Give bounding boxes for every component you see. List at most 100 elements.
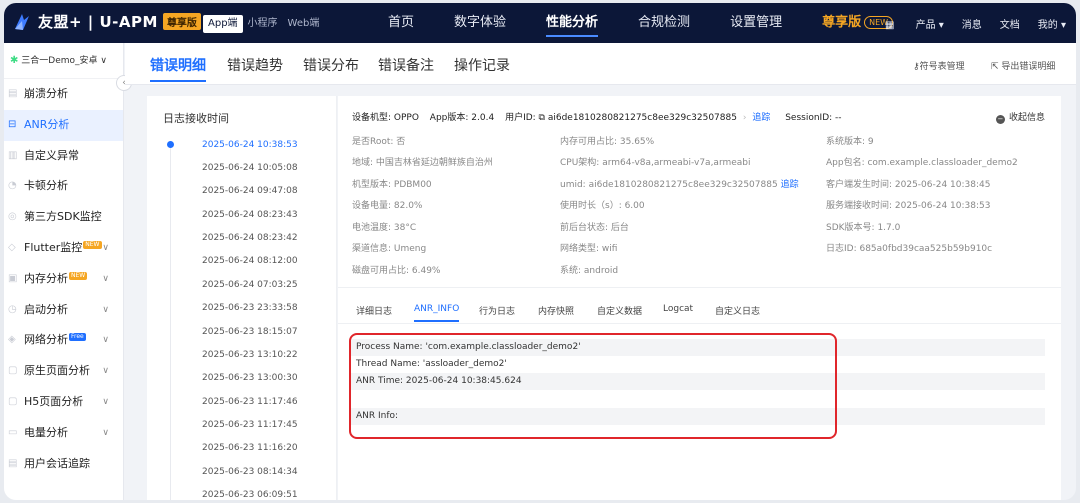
sidebar-item-session-tracking[interactable]: ▤ 用户会话追踪: [4, 449, 123, 480]
umid-track-link[interactable]: 追踪: [781, 180, 799, 190]
sidebar-item-lag[interactable]: ◔ 卡顿分析: [4, 171, 123, 202]
info-root: 是否Root: 否: [352, 137, 406, 147]
log-time-item[interactable]: 2025-06-23 13:10:22: [202, 350, 298, 360]
subtab-divider: [338, 323, 1061, 324]
anr-icon: ⊟: [8, 118, 17, 130]
chevron-down-icon: ∨: [102, 366, 109, 377]
log-time-item[interactable]: 2025-06-23 08:14:34: [202, 467, 298, 477]
log-time-item[interactable]: 2025-06-23 18:15:07: [202, 327, 298, 337]
sidebar-item-label: 用户会话追踪: [24, 456, 90, 470]
info-log-id: 日志ID: 685a0fbd39caa525b59b910c: [826, 244, 993, 254]
sidebar-item-third-party-sdk[interactable]: ◎ 第三方SDK监控: [4, 202, 123, 233]
app-selector[interactable]: ✱ 三合一Demo_安卓 ∨: [4, 43, 123, 79]
chevron-down-icon: ∨: [102, 242, 109, 253]
native-page-icon: ▢: [8, 365, 18, 377]
sidebar-item-battery[interactable]: ▭ 电量分析 ∨: [4, 418, 123, 449]
products-menu[interactable]: ▦ 产品 ▾: [867, 16, 944, 31]
chevron-down-icon: ∨: [102, 335, 109, 346]
log-time-item[interactable]: 2025-06-24 09:47:08: [202, 186, 298, 196]
info-battery-temp: 电池温度: 38°C: [352, 223, 417, 233]
log-time-panel: 日志接收时间 2025-06-24 10:38:53 2025-06-24 10…: [147, 96, 337, 500]
custom-exception-icon: ▥: [8, 149, 18, 161]
subtab-anr-info[interactable]: ANR_INFO: [414, 304, 460, 322]
log-time-item[interactable]: 2025-06-24 08:12:00: [202, 256, 298, 266]
sidebar-item-startup[interactable]: ◷ 启动分析 ∨: [4, 295, 123, 326]
collapse-icon: −: [995, 115, 1005, 124]
grid-icon: ▦: [884, 19, 898, 31]
info-model-version: 机型版本: PDBM00: [352, 180, 432, 190]
log-time-item[interactable]: 2025-06-23 11:17:46: [202, 397, 298, 407]
sidebar-item-custom-exception[interactable]: ▥ 自定义异常: [4, 141, 123, 172]
export-button[interactable]: ⇱ 导出错误明细: [991, 59, 1055, 72]
tab-operation-log[interactable]: 操作记录: [454, 55, 510, 75]
sidebar-item-label: 自定义异常: [24, 148, 79, 162]
info-os-version: 系统版本: 9: [826, 137, 874, 147]
subtab-custom-log[interactable]: 自定义日志: [715, 304, 760, 317]
sidebar-item-flutter[interactable]: ◇ Flutter监控 NEW ∨: [4, 233, 123, 264]
log-time-item[interactable]: 2025-06-24 08:23:43: [202, 210, 298, 220]
info-package-name: App包名: com.example.classloader_demo2: [826, 158, 1018, 168]
sidebar-item-native-page[interactable]: ▢ 原生页面分析 ∨: [4, 356, 123, 387]
tab-error-details[interactable]: 错误明细: [150, 55, 206, 82]
sidebar-item-crash[interactable]: ▤ 崩溃分析: [4, 79, 123, 110]
tab-error-trend[interactable]: 错误趋势: [227, 55, 283, 75]
log-time-item[interactable]: 2025-06-24 10:38:53: [202, 140, 298, 150]
user-track-link[interactable]: 追踪: [752, 113, 770, 123]
sidebar-item-label: 网络分析: [24, 333, 68, 347]
subtab-logcat[interactable]: Logcat: [663, 304, 693, 314]
battery-icon: ▭: [8, 426, 18, 438]
chevron-right-icon: ›: [742, 113, 747, 123]
subtab-detail-log[interactable]: 详细日志: [356, 304, 392, 317]
user-id-value: ai6de1810280821275c8ee329c32507885: [547, 113, 737, 123]
log-panel-title: 日志接收时间: [163, 112, 229, 125]
platform-web[interactable]: Web端: [283, 15, 325, 33]
info-sdk-version: SDK版本号: 1.7.0: [826, 223, 901, 233]
user-id-label: 用户ID:: [505, 113, 539, 123]
symbol-table-button[interactable]: ⚷符号表管理: [913, 59, 965, 72]
account-menu[interactable]: 我的 ▾: [1038, 16, 1066, 31]
subtab-behavior-log[interactable]: 行为日志: [479, 304, 515, 317]
collapse-info-button[interactable]: − 收起信息: [995, 110, 1045, 124]
timeline-line: [170, 144, 171, 500]
sidebar-item-network[interactable]: ◈ 网络分析 Free ∨: [4, 325, 123, 356]
platform-miniprogram[interactable]: 小程序: [243, 15, 283, 33]
sidebar-item-label: 第三方SDK监控: [24, 210, 102, 224]
menu-settings[interactable]: 设置管理: [730, 3, 782, 43]
log-time-item[interactable]: 2025-06-23 11:16:20: [202, 443, 298, 453]
sidebar-item-label: Flutter监控: [24, 240, 83, 254]
copy-icon[interactable]: ⧉: [539, 113, 548, 123]
tab-error-distribution[interactable]: 错误分布: [303, 55, 359, 75]
menu-home[interactable]: 首页: [388, 3, 414, 43]
log-time-item[interactable]: 2025-06-23 06:09:51: [202, 490, 298, 500]
sidebar-item-h5-page[interactable]: ▢ H5页面分析 ∨: [4, 387, 123, 418]
log-time-item[interactable]: 2025-06-23 13:00:30: [202, 373, 298, 383]
messages-link[interactable]: 消息: [962, 16, 982, 31]
products-label: 产品 ▾: [915, 19, 944, 31]
menu-compliance[interactable]: 合规检测: [638, 3, 690, 43]
log-time-item[interactable]: 2025-06-24 10:05:08: [202, 163, 298, 173]
key-icon: ⚷: [913, 62, 920, 72]
info-channel: 渠道信息: Umeng: [352, 244, 427, 254]
log-time-item[interactable]: 2025-06-24 08:23:42: [202, 233, 298, 243]
premium-badge: 尊享版: [162, 13, 201, 30]
sidebar-item-label: 启动分析: [24, 302, 68, 316]
sidebar-item-label: 内存分析: [24, 271, 68, 285]
platform-app[interactable]: App端: [203, 15, 243, 33]
docs-link[interactable]: 文档: [1000, 16, 1020, 31]
log-time-item[interactable]: 2025-06-24 07:03:25: [202, 280, 298, 290]
log-time-item[interactable]: 2025-06-23 23:33:58: [202, 303, 298, 313]
info-battery: 设备电量: 82.0%: [352, 201, 423, 211]
log-time-item[interactable]: 2025-06-23 11:17:45: [202, 420, 298, 430]
sidebar-item-memory[interactable]: ▣ 内存分析 NEW ∨: [4, 264, 123, 295]
menu-digital-experience[interactable]: 数字体验: [454, 3, 506, 43]
highlight-box: [349, 333, 837, 439]
menu-performance[interactable]: 性能分析: [546, 3, 599, 43]
info-client-time: 客户端发生时间: 2025-06-24 10:38:45: [826, 180, 991, 190]
logo[interactable]: 友盟+ | U-APM 尊享版: [12, 11, 201, 32]
subtab-custom-data[interactable]: 自定义数据: [597, 304, 642, 317]
info-usage-duration: 使用时长（s）: 6.00: [560, 201, 645, 211]
sidebar-item-anr[interactable]: ⊟ ANR分析: [4, 109, 123, 141]
subtab-memory-snapshot[interactable]: 内存快照: [538, 304, 574, 317]
tab-error-notes[interactable]: 错误备注: [378, 55, 434, 75]
sidebar-item-label: 卡顿分析: [24, 179, 68, 193]
